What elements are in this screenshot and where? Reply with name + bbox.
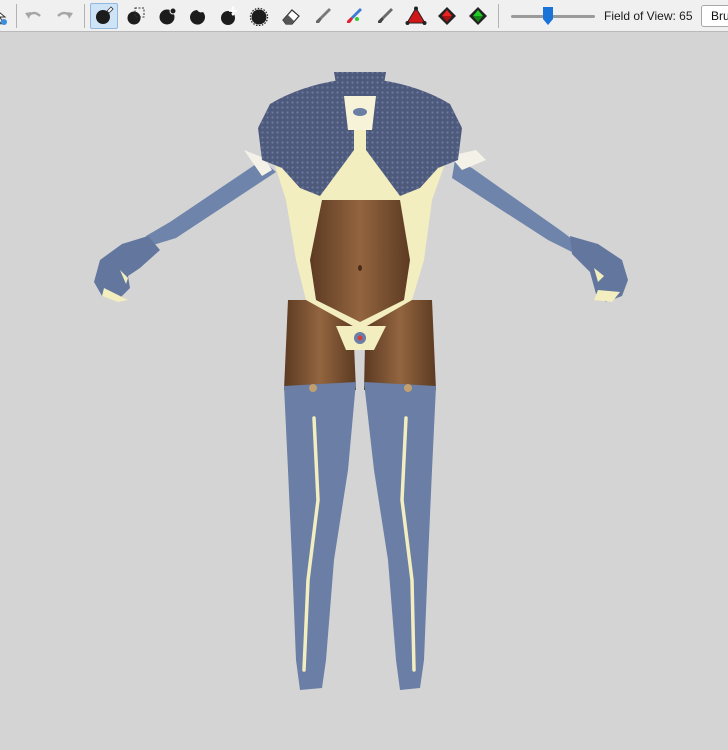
red-arrow-button[interactable] — [433, 3, 461, 29]
eraser-icon — [282, 9, 300, 25]
redo-button[interactable] — [50, 3, 78, 29]
arrow-red-icon — [438, 7, 456, 25]
selection-box-button[interactable] — [122, 3, 150, 29]
undo-button[interactable] — [20, 3, 48, 29]
fov-label: Field of View: 65 — [604, 9, 693, 23]
eraser-button[interactable] — [277, 3, 305, 29]
inflate-brush-icon — [159, 7, 177, 25]
arrow-green-icon — [469, 7, 487, 25]
left-arm — [94, 150, 276, 302]
toolbar-separator — [498, 4, 499, 28]
fov-slider-thumb[interactable] — [543, 7, 553, 25]
toolbar-separator — [84, 4, 85, 28]
move-brush-icon — [221, 6, 237, 25]
smooth-brush-button[interactable] — [245, 3, 273, 29]
redo-icon — [57, 11, 73, 19]
toolbar-separator — [16, 4, 17, 28]
brush-dropdown[interactable]: Bru — [701, 5, 728, 27]
paint-brush-button[interactable] — [371, 3, 399, 29]
color-brush-button[interactable] — [340, 3, 368, 29]
deflate-brush-button[interactable] — [184, 3, 212, 29]
color-brush-icon — [347, 8, 362, 23]
toolbar: Field of View: 65 Bru — [0, 0, 728, 32]
vertex-tool-button[interactable] — [402, 3, 430, 29]
vertex-red-icon — [405, 6, 427, 25]
inflate-brush-button[interactable] — [154, 3, 182, 29]
sculpt-brush-button[interactable] — [90, 3, 118, 29]
3d-viewport[interactable] — [0, 32, 728, 750]
deflate-brush-icon — [189, 10, 205, 25]
green-arrow-button[interactable] — [464, 3, 492, 29]
fov-slider-track[interactable] — [511, 15, 595, 18]
gray-brush-button[interactable] — [309, 3, 337, 29]
right-arm — [450, 150, 628, 302]
legs — [284, 300, 436, 690]
move-brush-button[interactable] — [215, 3, 243, 29]
sculpt-brush-icon — [96, 6, 114, 24]
character-model — [94, 72, 628, 690]
paint-brush-icon — [378, 8, 393, 23]
brush-gray-icon — [316, 8, 331, 23]
smooth-brush-icon — [249, 7, 269, 26]
selection-box-icon — [127, 7, 145, 25]
cursor-icon[interactable] — [0, 3, 14, 29]
undo-icon — [25, 11, 41, 19]
